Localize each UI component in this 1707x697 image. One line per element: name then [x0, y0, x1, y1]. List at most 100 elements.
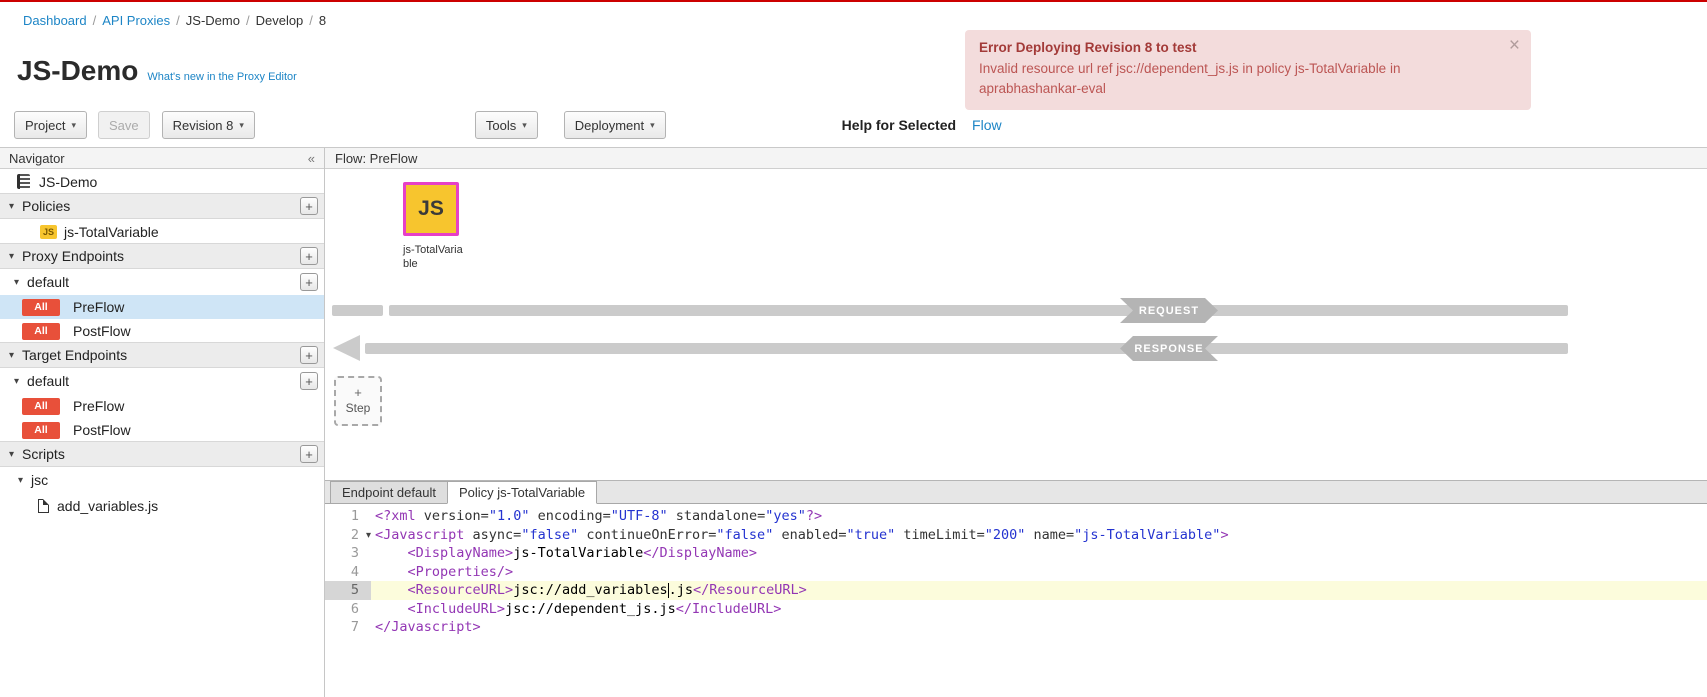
- response-flow-line: [365, 343, 1568, 354]
- code-line-text: <ResourceURL>jsc://add_variables.js</Res…: [371, 581, 1707, 600]
- tree-item-target-preflow[interactable]: All PreFlow: [0, 394, 324, 418]
- deployment-button-label: Deployment: [575, 118, 644, 133]
- revision-button-label: Revision 8: [173, 118, 234, 133]
- save-button-label: Save: [109, 118, 139, 133]
- toolbar: Project▾ Save Revision 8▾ Tools▾ Deploym…: [0, 103, 1707, 148]
- help-for-selected-label: Help for Selected: [842, 117, 956, 133]
- js-policy-icon: JS: [40, 225, 57, 239]
- breadcrumb-dashboard[interactable]: Dashboard: [23, 13, 87, 28]
- request-flow-line: [332, 305, 383, 316]
- code-line-text: <?xml version="1.0" encoding="UTF-8" sta…: [371, 507, 1707, 526]
- tree-group-label: default: [27, 373, 69, 389]
- code-line-text: <Properties/>: [371, 563, 1707, 582]
- chevron-down-icon: ▾: [14, 376, 19, 387]
- tree-item-proxy-preflow[interactable]: All PreFlow: [0, 295, 324, 319]
- add-flow-button[interactable]: +: [300, 372, 318, 390]
- breadcrumb-separator: /: [93, 13, 97, 28]
- collapse-panel-icon[interactable]: «: [308, 151, 315, 166]
- flow-help-link[interactable]: Flow: [972, 117, 1002, 133]
- policy-node-js-totalvariable[interactable]: JS: [403, 182, 459, 236]
- section-label: Target Endpoints: [22, 347, 127, 363]
- tree-group-proxy-default[interactable]: ▾ default +: [0, 269, 324, 295]
- tree-item-label: PostFlow: [73, 422, 131, 438]
- tree-item-js-totalvariable[interactable]: JS js-TotalVariable: [0, 219, 324, 244]
- section-proxy-endpoints[interactable]: ▾ Proxy Endpoints +: [0, 243, 324, 269]
- code-editor[interactable]: 1<?xml version="1.0" encoding="UTF-8" st…: [325, 504, 1707, 697]
- breadcrumb-js-demo: JS-Demo: [186, 13, 240, 28]
- close-icon[interactable]: ×: [1509, 35, 1520, 57]
- tree-item-proxy-postflow[interactable]: All PostFlow: [0, 319, 324, 343]
- flow-header: Flow: PreFlow: [325, 148, 1707, 169]
- add-step-button[interactable]: + Step: [334, 376, 382, 426]
- response-direction-badge: RESPONSE: [1120, 336, 1218, 361]
- tree-item-label: PostFlow: [73, 323, 131, 339]
- add-flow-button[interactable]: +: [300, 273, 318, 291]
- tab-policy-js-totalvariable[interactable]: Policy js-TotalVariable: [447, 481, 597, 504]
- section-target-endpoints[interactable]: ▾ Target Endpoints +: [0, 342, 324, 368]
- code-line-text: <DisplayName>js-TotalVariable</DisplayNa…: [371, 544, 1707, 563]
- tools-button-label: Tools: [486, 118, 516, 133]
- tree-item-label: add_variables.js: [57, 498, 158, 514]
- error-title: Error Deploying Revision 8 to test: [979, 40, 1491, 55]
- code-line-text: </Javascript>: [371, 618, 1707, 637]
- all-condition-badge: All: [22, 323, 60, 340]
- tree-group-jsc[interactable]: ▾ jsc: [0, 467, 324, 493]
- tools-button[interactable]: Tools▾: [475, 111, 538, 139]
- line-number: 2▾: [325, 526, 371, 545]
- code-line-text: <IncludeURL>jsc://dependent_js.js</Inclu…: [371, 600, 1707, 619]
- tab-endpoint-default[interactable]: Endpoint default: [330, 481, 448, 503]
- navigator-header: Navigator «: [0, 148, 324, 169]
- top-accent-line: [0, 0, 1707, 2]
- code-line: 5 <ResourceURL>jsc://add_variables.js</R…: [325, 581, 1707, 600]
- workspace: Navigator « JS-Demo ▾ Policies + JS js-T…: [0, 148, 1707, 697]
- add-policy-button[interactable]: +: [300, 197, 318, 215]
- page-header: JS-Demo What's new in the Proxy Editor: [17, 55, 297, 87]
- tree-group-target-default[interactable]: ▾ default +: [0, 368, 324, 394]
- plus-icon: +: [354, 387, 362, 399]
- editor-tab-bar: Endpoint default Policy js-TotalVariable: [325, 481, 1707, 504]
- code-panel: Endpoint default Policy js-TotalVariable…: [325, 480, 1707, 697]
- all-condition-badge: All: [22, 299, 60, 316]
- line-number: 5: [325, 581, 371, 600]
- tree-item-label: JS-Demo: [39, 174, 97, 190]
- add-target-endpoint-button[interactable]: +: [300, 346, 318, 364]
- save-button[interactable]: Save: [98, 111, 150, 139]
- code-line: 6 <IncludeURL>jsc://dependent_js.js</Inc…: [325, 600, 1707, 619]
- breadcrumb-api-proxies[interactable]: API Proxies: [102, 13, 170, 28]
- breadcrumb-develop: Develop: [256, 13, 304, 28]
- line-number: 6: [325, 600, 371, 619]
- revision-button[interactable]: Revision 8▾: [162, 111, 255, 139]
- proxy-book-icon: [17, 174, 30, 189]
- whats-new-link[interactable]: What's new in the Proxy Editor: [147, 71, 296, 83]
- section-policies[interactable]: ▾ Policies +: [0, 193, 324, 219]
- add-proxy-endpoint-button[interactable]: +: [300, 247, 318, 265]
- navigator-title: Navigator: [9, 151, 65, 166]
- fold-chevron-icon[interactable]: ▾: [366, 527, 371, 546]
- project-button[interactable]: Project▾: [14, 111, 87, 139]
- chevron-down-icon: ▾: [18, 475, 23, 486]
- section-scripts[interactable]: ▾ Scripts +: [0, 441, 324, 467]
- chevron-down-icon: ▾: [9, 350, 14, 361]
- add-script-button[interactable]: +: [300, 445, 318, 463]
- add-step-label: Step: [346, 401, 371, 415]
- flow-header-label: Flow: PreFlow: [335, 151, 417, 166]
- policy-node-label: js-TotalVariable: [403, 243, 465, 271]
- section-label: Scripts: [22, 446, 65, 462]
- chevron-down-icon: ▾: [9, 251, 14, 262]
- response-arrow-icon: [333, 335, 360, 361]
- navigator-panel: Navigator « JS-Demo ▾ Policies + JS js-T…: [0, 148, 325, 697]
- file-icon: [38, 499, 49, 513]
- tree-item-js-demo[interactable]: JS-Demo: [0, 169, 324, 194]
- code-line-text: <Javascript async="false" continueOnErro…: [371, 526, 1707, 545]
- section-label: Policies: [22, 198, 70, 214]
- code-line: 7</Javascript>: [325, 618, 1707, 637]
- code-line: 4 <Properties/>: [325, 563, 1707, 582]
- page-title: JS-Demo: [17, 55, 138, 87]
- project-button-label: Project: [25, 118, 65, 133]
- tree-item-add-variables-js[interactable]: add_variables.js: [0, 493, 324, 518]
- deployment-button[interactable]: Deployment▾: [564, 111, 666, 139]
- tree-item-target-postflow[interactable]: All PostFlow: [0, 418, 324, 442]
- error-banner: Error Deploying Revision 8 to test Inval…: [965, 30, 1531, 110]
- breadcrumb-separator: /: [246, 13, 250, 28]
- breadcrumb: Dashboard/API Proxies/JS-Demo/Develop/8: [23, 13, 326, 28]
